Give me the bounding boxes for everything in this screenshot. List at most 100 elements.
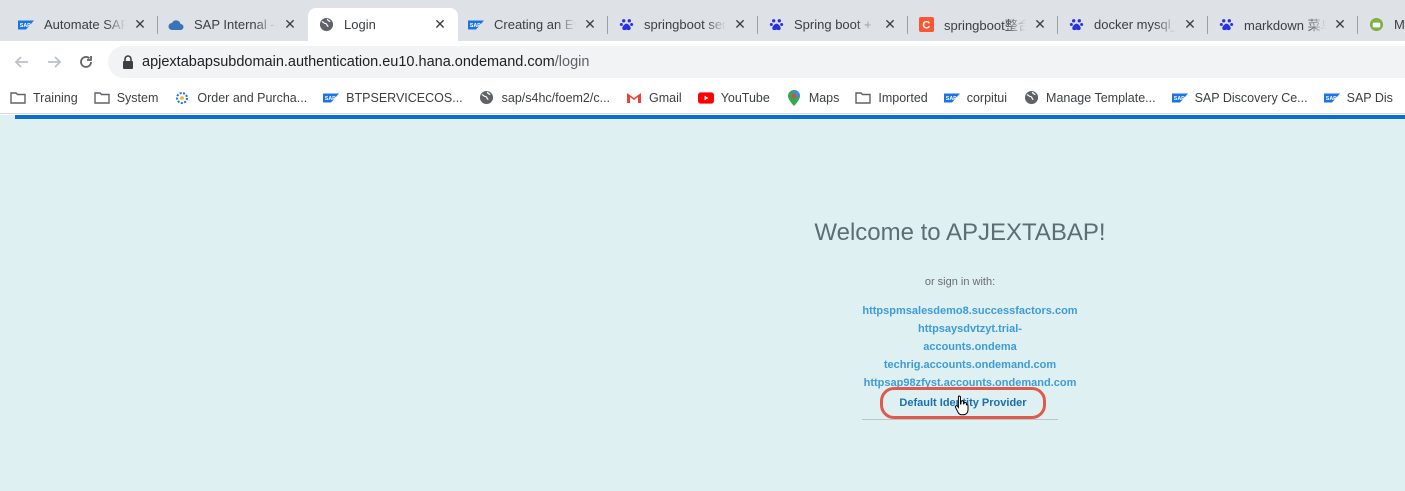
address-bar[interactable]: apjextabapsubdomain.authentication.eu10.… (108, 46, 1405, 78)
divider (862, 419, 1058, 420)
tab-title: springboot ser (644, 17, 726, 32)
back-button[interactable] (6, 46, 38, 78)
close-tab-icon[interactable]: ✕ (582, 16, 598, 33)
svg-text:SAP: SAP (325, 96, 336, 102)
svg-text:SAP: SAP (946, 96, 957, 102)
sap-logo-icon: SAP (18, 17, 34, 33)
tab-title: springboot整合 (944, 18, 1026, 33)
sap-logo-icon: SAP (323, 90, 340, 106)
bookmark-item[interactable]: SAP BTPSERVICECOS... (323, 90, 463, 106)
bookmark-item[interactable]: SAP SAP Dis (1323, 90, 1393, 106)
bookmark-label: SAP Dis (1346, 90, 1393, 105)
bookmark-item[interactable]: YouTube (697, 90, 770, 106)
idp-link-trial-line2[interactable]: accounts.ondema (850, 341, 1090, 353)
csdn-c-icon: C (918, 17, 934, 33)
close-tab-icon[interactable]: ✕ (132, 16, 148, 33)
tab-title: markdown 菜鸟 (1244, 18, 1326, 33)
bookmark-item[interactable]: Imported (855, 90, 928, 106)
browser-tab[interactable]: SAP Automate SAP ✕ (8, 8, 158, 41)
svg-text:SAP: SAP (20, 23, 31, 29)
browser-tab[interactable]: Login ✕ (308, 8, 458, 41)
bookmarks-bar: Training System Order and Purcha... SAP BTPS… (0, 82, 1405, 114)
svg-text:SAP: SAP (470, 23, 481, 29)
close-tab-icon[interactable]: ✕ (732, 16, 748, 33)
bookmark-label: Maps (808, 90, 840, 105)
bookmark-item[interactable]: Maps (786, 89, 840, 106)
tab-strip: SAP Automate SAP ✕ SAP Internal - ✕ Login ✕ SAP… (0, 0, 1405, 41)
bookmark-item[interactable]: SAP SAP Discovery Ce... (1171, 90, 1308, 106)
baidu-paw-icon (618, 17, 634, 33)
bookmark-item[interactable]: SAP corpitui (943, 90, 1007, 106)
tab-title: Spring boot + (794, 17, 872, 32)
bookmark-item[interactable]: Training (10, 90, 78, 106)
tab-title: Automate SAP (44, 17, 126, 32)
close-tab-icon[interactable]: ✕ (1032, 16, 1048, 33)
globe-icon (318, 17, 334, 33)
login-page: Welcome to APJEXTABAP! or sign in with: … (0, 115, 1405, 491)
gear-bookmark-icon (174, 90, 190, 106)
url-host: apjextabapsubdomain.authentication.eu10.… (142, 54, 555, 70)
reload-icon (80, 55, 92, 68)
tab-title: docker mysql_ (1094, 17, 1176, 32)
sap-logo-icon: SAP (1323, 90, 1340, 106)
close-tab-icon[interactable]: ✕ (882, 16, 898, 33)
globe-icon (479, 90, 495, 106)
bookmark-item[interactable]: Order and Purcha... (174, 90, 307, 106)
hand-cursor-icon (954, 395, 969, 416)
arrow-right-icon (48, 55, 62, 68)
browser-tab[interactable]: springboot ser ✕ (608, 8, 758, 41)
bookmark-item[interactable]: Gmail (626, 90, 682, 106)
reload-button[interactable] (70, 46, 102, 78)
bookmark-label: Order and Purcha... (197, 90, 308, 105)
browser-tab[interactable]: markdown 菜鸟 ✕ (1208, 8, 1358, 41)
arrow-left-icon (14, 55, 28, 68)
browser-tab[interactable]: docker mysql_ ✕ (1058, 8, 1208, 41)
bookmark-item[interactable]: sap/s4hc/foem2/c... (479, 90, 610, 106)
url-path: /login (554, 54, 590, 70)
folder-icon (94, 90, 110, 106)
maps-icon (786, 89, 802, 106)
browser-tab[interactable]: Cspringboot整合 ✕ (908, 8, 1058, 41)
svg-text:C: C (922, 20, 930, 32)
bookmark-label: sap/s4hc/foem2/c... (501, 90, 611, 105)
tab-title: Login (344, 17, 376, 32)
close-tab-icon[interactable]: ✕ (1332, 16, 1348, 33)
lock-icon (123, 55, 133, 69)
tab-title: Mar (1394, 17, 1405, 32)
bookmark-item[interactable]: System (94, 90, 159, 106)
bookmark-label: YouTube (720, 90, 770, 105)
bookmark-label: System (116, 90, 159, 105)
bookmark-label: BTPSERVICECOS... (346, 90, 463, 105)
browser-tab[interactable]: SAP Internal - ✕ (158, 8, 308, 41)
idp-link-trial-line1[interactable]: httpsaysdvtzyt.trial- (850, 323, 1090, 335)
close-tab-icon[interactable]: ✕ (1182, 16, 1198, 33)
bookmark-label: Imported (878, 90, 928, 105)
svg-text:SAP: SAP (1173, 96, 1184, 102)
baidu-paw-icon (1218, 17, 1234, 33)
folder-icon (855, 90, 872, 106)
browser-tab[interactable]: Spring boot + ✕ (758, 8, 908, 41)
youtube-icon (697, 90, 714, 106)
folder-icon (10, 90, 26, 106)
close-tab-icon[interactable]: ✕ (282, 16, 298, 33)
close-tab-icon[interactable]: ✕ (432, 16, 448, 33)
browser-tab[interactable]: Mar (1358, 8, 1405, 41)
bookmark-label: Manage Template... (1046, 90, 1156, 105)
browser-toolbar: apjextabapsubdomain.authentication.eu10.… (0, 41, 1405, 82)
android-icon (1368, 17, 1384, 33)
idp-link-successfactors[interactable]: httpspmsalesdemo8.successfactors.com (850, 305, 1090, 317)
welcome-heading: Welcome to APJEXTABAP! (814, 219, 1106, 246)
tab-title: Creating an Ev (494, 17, 576, 32)
browser-tab[interactable]: SAP Creating an Ev ✕ (458, 8, 608, 41)
sap-logo-icon: SAP (468, 17, 484, 33)
baidu-paw-icon (768, 17, 784, 33)
baidu-paw-icon (1068, 17, 1084, 33)
forward-button[interactable] (38, 46, 70, 78)
tab-title: SAP Internal - (194, 17, 275, 32)
signin-label: or sign in with: (924, 276, 996, 288)
idp-link-techrig[interactable]: techrig.accounts.ondemand.com (850, 359, 1090, 371)
accent-bar (15, 115, 1405, 119)
cloud-icon (168, 17, 184, 33)
globe-icon (1023, 90, 1039, 106)
bookmark-item[interactable]: Manage Template... (1023, 90, 1156, 106)
